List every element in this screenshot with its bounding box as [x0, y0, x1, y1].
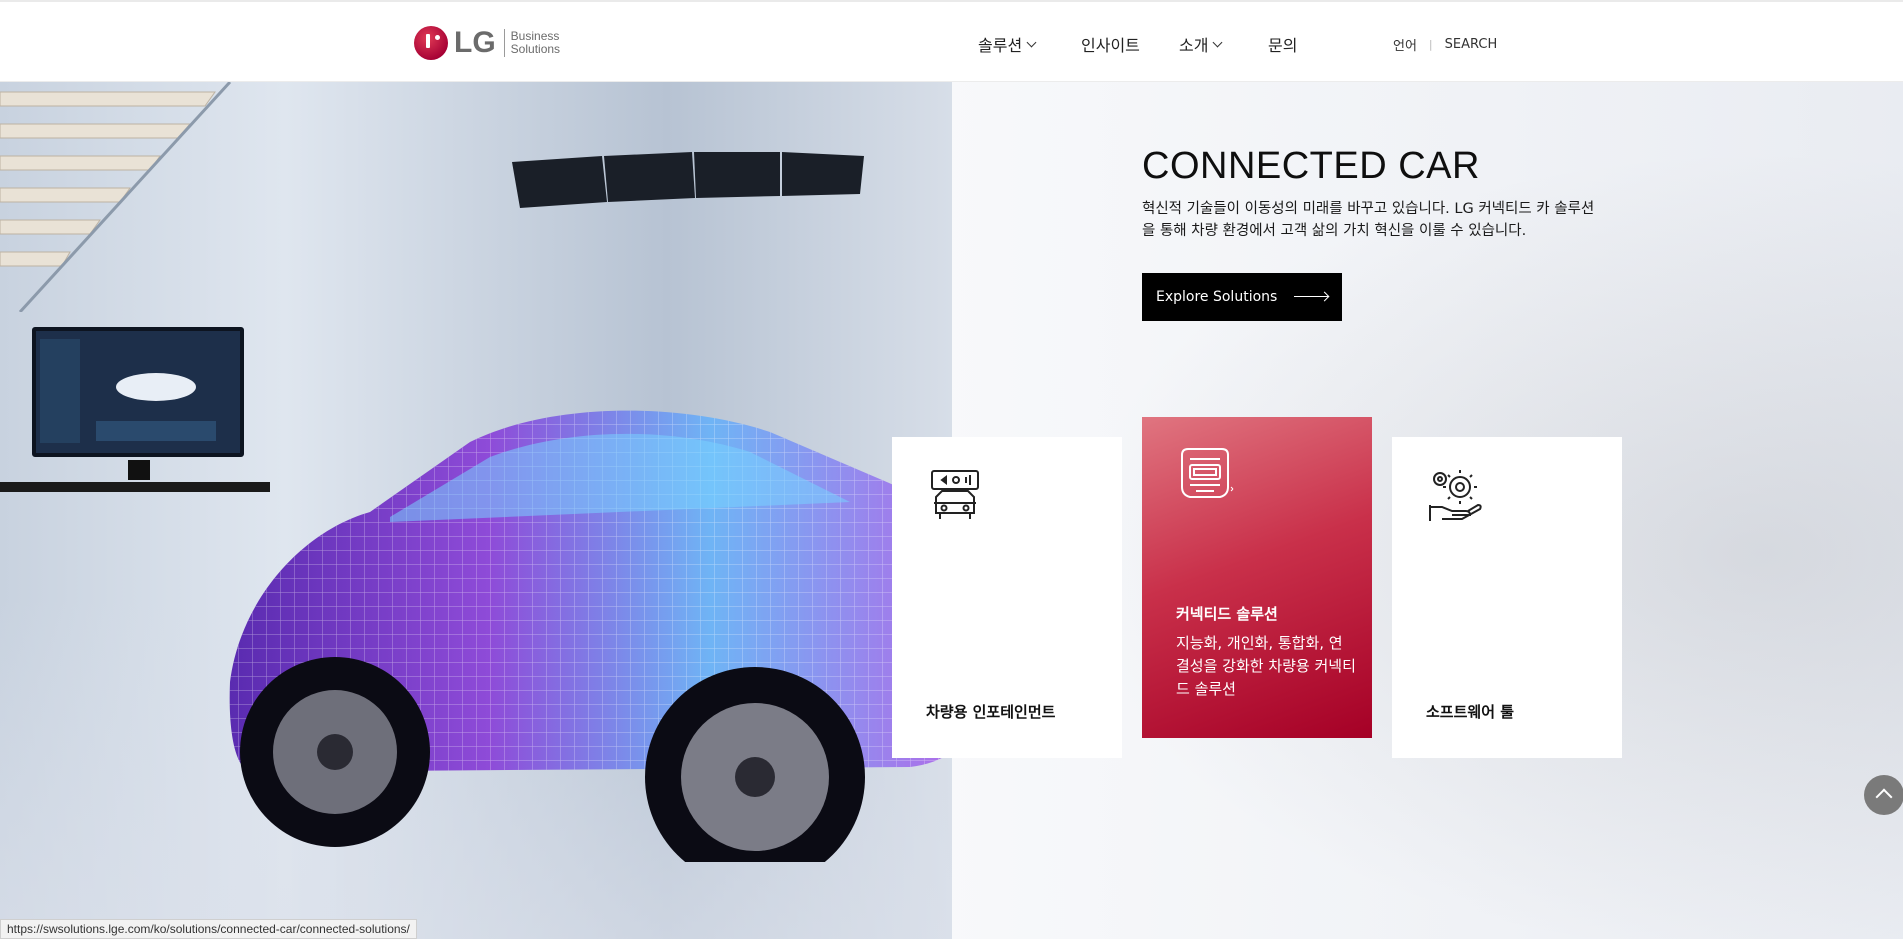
card-description: 지능화, 개인화, 통합화, 연결성을 강화한 차량용 커넥티드 솔루션	[1176, 634, 1356, 698]
connected-device-icon	[1181, 448, 1234, 498]
language-link[interactable]: 언어	[1393, 35, 1417, 54]
card-title: 차량용 인포테인먼트	[926, 703, 1056, 721]
wireframe-car-graphic	[229, 410, 970, 862]
nav-item-label: 소개	[1179, 36, 1209, 55]
hero-description: 혁신적 기술들이 이동성의 미래를 바꾸고 있습니다. LG 커넥티드 카 솔루…	[1142, 201, 1595, 239]
car-infotainment-icon	[931, 470, 979, 519]
arrow-right-icon	[1294, 296, 1328, 297]
nav-item-label: 인사이트	[1081, 36, 1140, 55]
hero-lab-photo	[0, 82, 970, 939]
search-link[interactable]: SEARCH	[1445, 37, 1498, 52]
chevron-down-icon	[1213, 37, 1223, 47]
logo-sub-line2: Solutions	[510, 42, 561, 56]
explore-solutions-button[interactable]: Explore Solutions	[1142, 273, 1342, 321]
logo-divider	[503, 29, 505, 57]
hero-title: CONNECTED CAR	[1142, 145, 1480, 187]
solution-card-infotainment[interactable]: 차량용 인포테인먼트	[892, 437, 1122, 758]
browser-status-url: https://swsolutions.lge.com/ko/solutions…	[0, 919, 417, 939]
nav-item-label: 문의	[1268, 36, 1298, 55]
header-utility: 언어 | SEARCH	[1393, 35, 1497, 54]
ceiling-displays-graphic	[512, 152, 864, 208]
nav-item-solutions[interactable]: 솔루션	[978, 32, 1037, 56]
card-title: 커넥티드 솔루션	[1176, 605, 1278, 623]
chevron-down-icon	[1026, 37, 1037, 47]
staircase-graphic	[0, 82, 232, 312]
explore-solutions-label: Explore Solutions	[1156, 289, 1278, 305]
nav-item-about[interactable]: 소개	[1179, 32, 1223, 56]
solution-card-software-tools[interactable]: 소프트웨어 툴	[1392, 437, 1622, 758]
lg-face-logo-icon	[414, 26, 448, 60]
logo-subtitle: Business Solutions	[511, 30, 560, 56]
monitor-stand-graphic	[128, 460, 150, 480]
nav-item-insights[interactable]: 인사이트	[1081, 32, 1140, 56]
site-header: LG Business Solutions 솔루션 인사이트 소개 문의 언어 …	[0, 0, 1903, 82]
lg-business-solutions-logo[interactable]: LG Business Solutions	[414, 26, 560, 60]
solution-card-connected[interactable]: 커넥티드 솔루션 지능화, 개인화, 통합화, 연결성을 강화한 차량용 커넥티…	[1142, 417, 1372, 738]
software-gear-icon	[1429, 470, 1482, 521]
nav-item-contact[interactable]: 문의	[1268, 32, 1297, 56]
card-title: 소프트웨어 툴	[1426, 703, 1515, 721]
logo-brand-text: LG	[454, 26, 496, 59]
nav-item-label: 솔루션	[978, 36, 1023, 55]
utility-separator: |	[1428, 38, 1433, 51]
scroll-to-top-button[interactable]	[1864, 775, 1903, 815]
